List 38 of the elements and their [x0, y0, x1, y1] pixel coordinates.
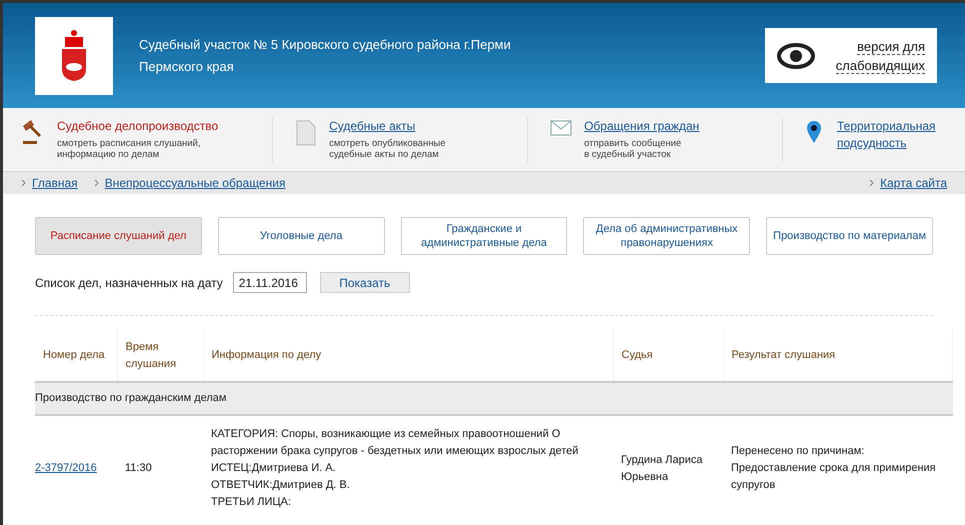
eye-icon: [777, 42, 815, 68]
tab[interactable]: Уголовные дела: [218, 217, 385, 255]
envelope-icon: [550, 120, 572, 136]
show-button[interactable]: Показать: [320, 272, 410, 293]
column-header: Информация по делу: [203, 330, 613, 382]
tab[interactable]: Гражданские и административные дела: [400, 217, 568, 255]
tab[interactable]: Производство по материалам: [766, 217, 933, 255]
nav-description: отправить сообщение в судебный участок: [584, 138, 682, 160]
judge-cell: Гурдина Лариса Юрьевна: [613, 415, 723, 511]
column-header: Результат слушания: [723, 330, 952, 382]
nav-link[interactable]: Обращения граждан: [584, 118, 700, 135]
nav-link[interactable]: Судебное делопроизводство: [57, 118, 218, 135]
nav-link[interactable]: Территориальная подсудность: [837, 118, 947, 152]
column-header: Номер дела: [35, 330, 117, 382]
nav-link[interactable]: Судебные акты: [329, 118, 446, 135]
sitemap-link[interactable]: Карта сайта: [880, 174, 947, 192]
nav-description: смотреть опубликованные судебные акты по делам: [329, 138, 446, 160]
tab[interactable]: Дела об административных правонарушениях: [583, 217, 750, 255]
column-header: Судья: [613, 330, 723, 382]
site-title: Судебный участок № 5 Кировского судебного района г.Перми: [139, 36, 511, 54]
time-cell: 11:30: [117, 415, 203, 511]
date-field[interactable]: 21.11.2016: [232, 272, 307, 293]
column-header: Время слушания: [117, 330, 203, 382]
date-label: Список дел, назначенных на дату: [35, 274, 223, 292]
accessibility-button[interactable]: версия для слабовидящих: [765, 28, 937, 83]
nav-description: смотреть расписания слушаний, информацию по делам: [57, 138, 202, 160]
case-info-cell: КАТЕГОРИЯ: Споры, возникающие из семейных правоотношений О расторжении брака супругов - бездетных или имеющих взрослых детей ИСТЕЦ:Дмитриева И. А. ОТВЕТЧИК:Дмитриев Д. В. ТРЕТЬИ ЛИЦА:: [203, 415, 613, 511]
document-icon: [296, 120, 316, 146]
chevron-icon: [869, 179, 874, 187]
chevron-icon: [94, 179, 99, 187]
tab[interactable]: Расписание слушаний дел: [35, 217, 202, 255]
result-cell: Перенесено по причинам: Предоставление срока для примирения супругов: [723, 415, 952, 511]
site-subtitle: Пермского края: [139, 58, 235, 76]
chevron-icon: [21, 179, 26, 187]
breadcrumb-link[interactable]: Внепроцессуальные обращения: [104, 174, 286, 192]
map-pin-icon: [806, 120, 822, 144]
breadcrumb-link[interactable]: Главная: [32, 174, 78, 192]
case-number-link[interactable]: 2-3797/2016: [35, 462, 97, 474]
